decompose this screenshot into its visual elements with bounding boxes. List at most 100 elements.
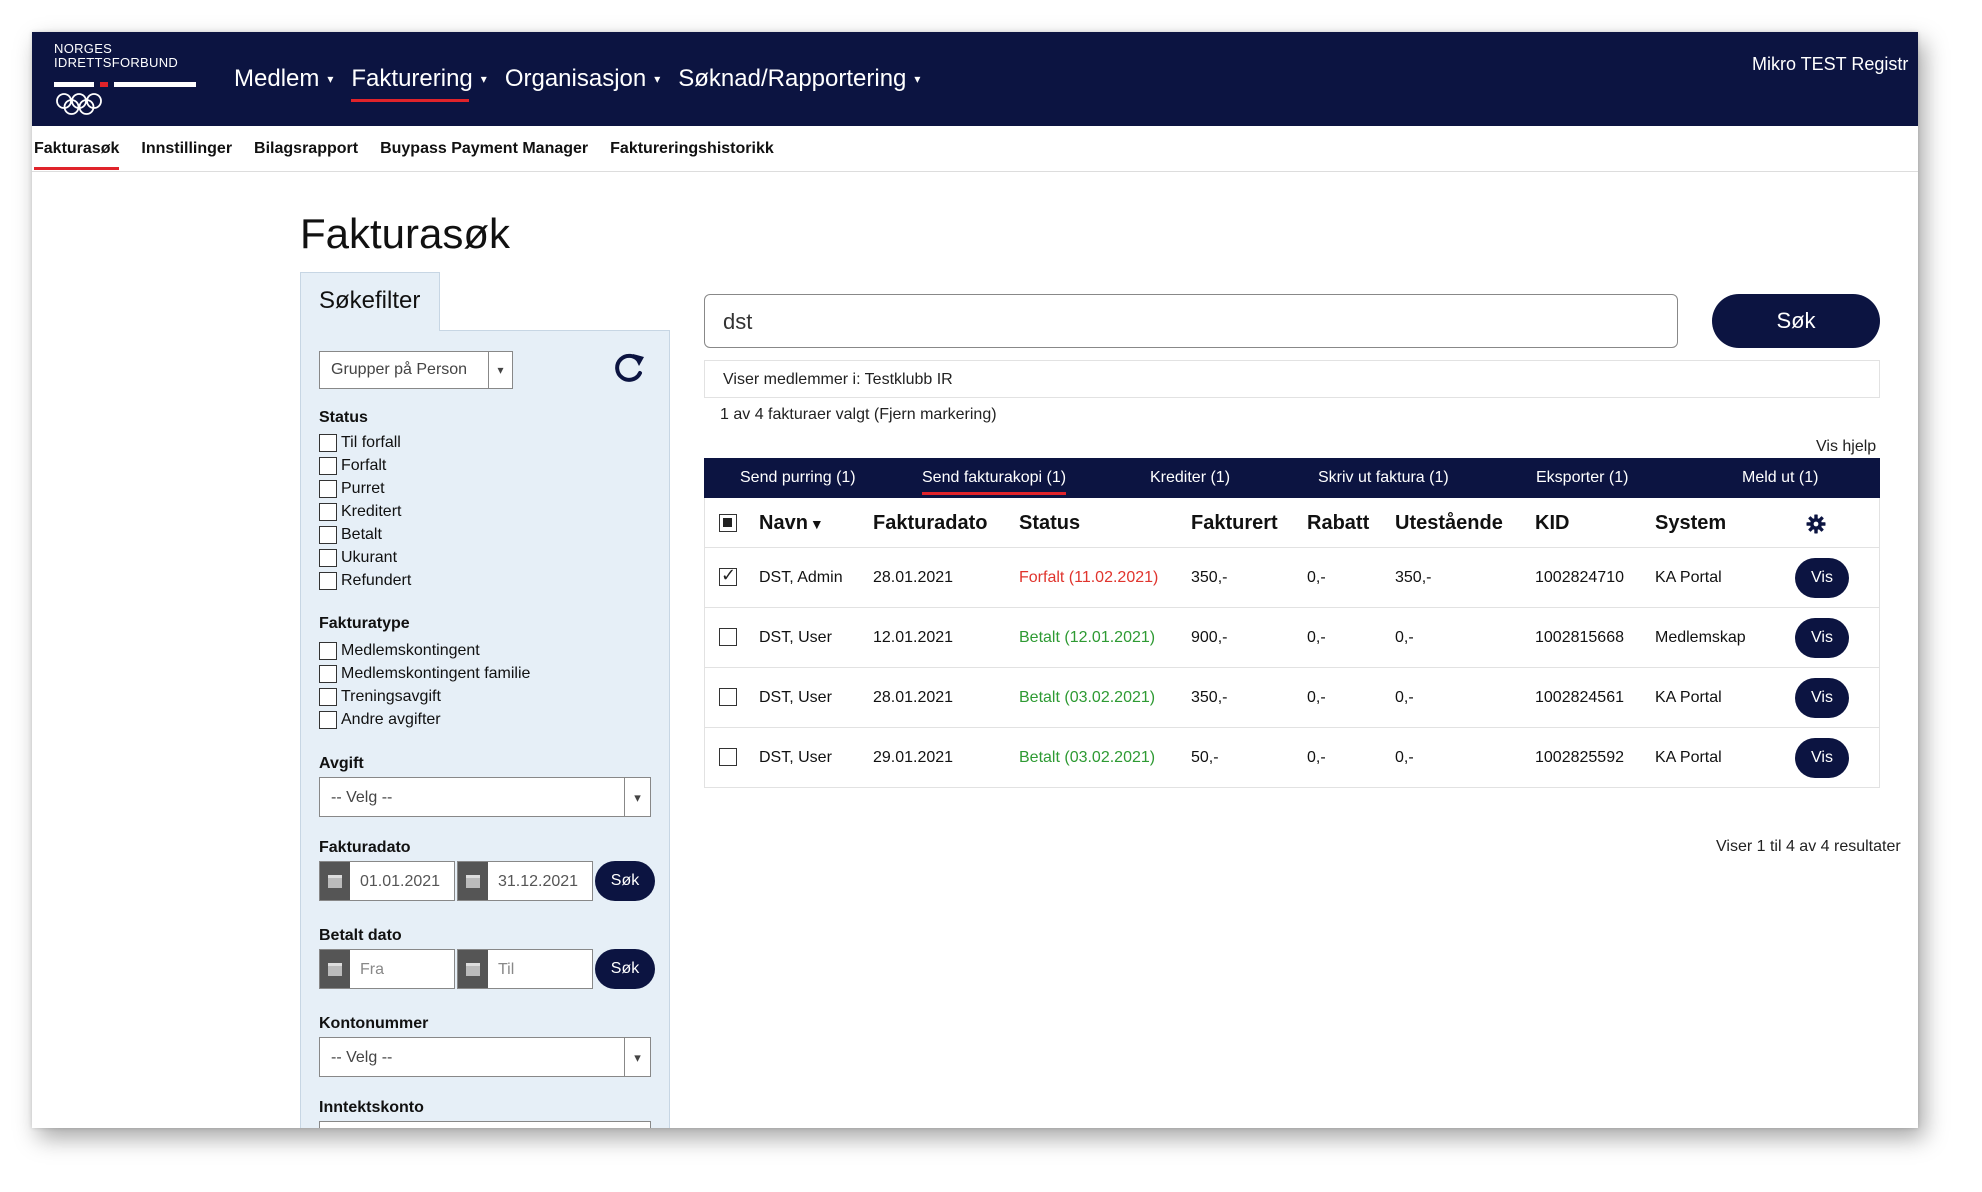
group-by-select[interactable]: Grupper på Person ▾: [319, 351, 513, 389]
cell-fakturadato: 12.01.2021: [873, 629, 954, 646]
send-purring-button[interactable]: Send purring (1): [740, 469, 856, 487]
table-row[interactable]: DST, User 28.01.2021 Betalt (03.02.2021)…: [704, 668, 1880, 728]
status-option[interactable]: Purret: [319, 477, 411, 500]
nav-fakturering[interactable]: Fakturering ▾: [351, 32, 487, 126]
checkbox[interactable]: [319, 525, 337, 544]
cell-fakturert: 900,-: [1191, 629, 1228, 646]
avgift-heading: Avgift: [319, 755, 364, 772]
checkbox[interactable]: [319, 571, 337, 590]
subnav-buypass[interactable]: Buypass Payment Manager: [380, 126, 588, 172]
row-checkbox[interactable]: [719, 628, 737, 646]
betalt-dato-to-input[interactable]: Til: [457, 949, 593, 989]
subnav-fakturasok[interactable]: Fakturasøk: [34, 126, 120, 172]
kontonummer-select[interactable]: -- Velg -- ▾: [319, 1037, 651, 1077]
vis-button[interactable]: Vis: [1795, 738, 1849, 778]
table-row[interactable]: DST, Admin 28.01.2021 Forfalt (11.02.202…: [704, 548, 1880, 608]
calendar-icon[interactable]: [458, 950, 488, 988]
bulk-action-bar: Send purring (1) Send fakturakopi (1) Kr…: [704, 458, 1880, 498]
status-option[interactable]: Kreditert: [319, 500, 411, 523]
table-row[interactable]: DST, User 12.01.2021 Betalt (12.01.2021)…: [704, 608, 1880, 668]
calendar-icon[interactable]: [458, 862, 488, 900]
checkbox[interactable]: [319, 641, 337, 660]
vis-button[interactable]: Vis: [1795, 618, 1849, 658]
col-system[interactable]: System: [1655, 512, 1726, 535]
row-checkbox[interactable]: [719, 688, 737, 706]
tab-sokefilter[interactable]: Søkefilter: [300, 272, 440, 331]
col-utestaende[interactable]: Utestående: [1395, 512, 1503, 535]
subnav-faktureringshistorikk[interactable]: Faktureringshistorikk: [610, 126, 774, 172]
col-fakturert[interactable]: Fakturert: [1191, 512, 1278, 535]
status-option[interactable]: Forfalt: [319, 454, 411, 477]
checkbox[interactable]: [319, 502, 337, 521]
chevron-down-icon: ▾: [327, 72, 334, 86]
status-option[interactable]: Ukurant: [319, 546, 411, 569]
status-option[interactable]: Til forfall: [319, 431, 411, 454]
chevron-down-icon: ▾: [624, 1038, 650, 1076]
vis-button[interactable]: Vis: [1795, 678, 1849, 718]
checkbox[interactable]: [319, 479, 337, 498]
fakturatype-option[interactable]: Andre avgifter: [319, 708, 530, 731]
gear-icon[interactable]: [1806, 514, 1826, 534]
fakturadato-from-input[interactable]: 01.01.2021: [319, 861, 455, 901]
fakturatype-option[interactable]: Treningsavgift: [319, 685, 530, 708]
col-status[interactable]: Status: [1019, 512, 1080, 535]
avgift-select-value: -- Velg --: [331, 789, 393, 806]
nav-soknad-rapportering[interactable]: Søknad/Rapportering ▾: [678, 32, 920, 126]
help-link[interactable]: Vis hjelp: [1816, 438, 1876, 456]
status-option-label: Purret: [341, 479, 385, 497]
avgift-select[interactable]: -- Velg -- ▾: [319, 777, 651, 817]
meld-ut-button[interactable]: Meld ut (1): [1742, 469, 1818, 487]
chevron-down-icon: ▾: [480, 72, 487, 86]
row-checkbox[interactable]: [719, 565, 737, 586]
col-fakturadato[interactable]: Fakturadato: [873, 512, 987, 535]
user-menu[interactable]: Mikro TEST Registr: [1752, 54, 1908, 75]
status-option[interactable]: Betalt: [319, 523, 411, 546]
checkbox[interactable]: [319, 433, 337, 452]
search-button[interactable]: Søk: [1712, 294, 1880, 348]
betalt-dato-from-input[interactable]: Fra: [319, 949, 455, 989]
subnav-bilagsrapport[interactable]: Bilagsrapport: [254, 126, 358, 172]
cell-status: Betalt (12.01.2021): [1019, 629, 1156, 646]
krediter-button[interactable]: Krediter (1): [1150, 469, 1230, 487]
skriv-ut-faktura-button[interactable]: Skriv ut faktura (1): [1318, 469, 1449, 487]
nav-medlem[interactable]: Medlem ▾: [234, 32, 333, 126]
calendar-icon[interactable]: [320, 862, 350, 900]
checkbox[interactable]: [319, 664, 337, 683]
nav-organisasjon[interactable]: Organisasjon ▾: [505, 32, 660, 126]
inntektskonto-select[interactable]: [319, 1121, 651, 1128]
table-row[interactable]: DST, User 29.01.2021 Betalt (03.02.2021)…: [704, 728, 1880, 788]
invoice-table: Navn ▼ Fakturadato Status Fakturert Rabat…: [704, 498, 1880, 788]
status-option[interactable]: Refundert: [319, 569, 411, 592]
select-all-checkbox[interactable]: [719, 514, 737, 532]
col-rabatt[interactable]: Rabatt: [1307, 512, 1369, 535]
subnav-innstillinger[interactable]: Innstillinger: [141, 126, 232, 172]
col-kid[interactable]: KID: [1535, 512, 1569, 535]
selection-info[interactable]: 1 av 4 fakturaer valgt (Fjern markering): [720, 406, 997, 424]
calendar-icon[interactable]: [320, 950, 350, 988]
send-fakturakopi-button[interactable]: Send fakturakopi (1): [922, 469, 1067, 495]
cell-utestaende: 350,-: [1395, 569, 1432, 586]
status-option-label: Forfalt: [341, 456, 387, 474]
eksporter-button[interactable]: Eksporter (1): [1536, 469, 1628, 487]
betalt-dato-from-placeholder: Fra: [360, 961, 384, 978]
search-input[interactable]: dst: [704, 294, 1678, 348]
checkbox[interactable]: [319, 710, 337, 729]
sub-nav: Fakturasøk Innstillinger Bilagsrapport B…: [32, 126, 1918, 172]
nav-soknad-label: Søknad/Rapportering: [678, 65, 907, 92]
checkbox[interactable]: [319, 548, 337, 567]
row-checkbox[interactable]: [719, 748, 737, 766]
checkbox[interactable]: [319, 687, 337, 706]
nif-logo[interactable]: NORGES IDRETTSFORBUND: [54, 42, 196, 118]
cell-system: KA Portal: [1655, 569, 1722, 586]
betalt-dato-search-button[interactable]: Søk: [595, 949, 655, 989]
col-navn[interactable]: Navn ▼: [759, 512, 824, 535]
fakturatype-option[interactable]: Medlemskontingent familie: [319, 662, 530, 685]
status-options: Til forfall Forfalt Purret Kreditert Bet…: [319, 431, 411, 592]
vis-button[interactable]: Vis: [1795, 558, 1849, 598]
refresh-icon[interactable]: [611, 349, 647, 385]
fakturadato-search-button[interactable]: Søk: [595, 861, 655, 901]
fakturatype-option[interactable]: Medlemskontingent: [319, 639, 530, 662]
fakturadato-to-input[interactable]: 31.12.2021: [457, 861, 593, 901]
checkbox[interactable]: [319, 456, 337, 475]
cell-fakturadato: 29.01.2021: [873, 749, 954, 766]
